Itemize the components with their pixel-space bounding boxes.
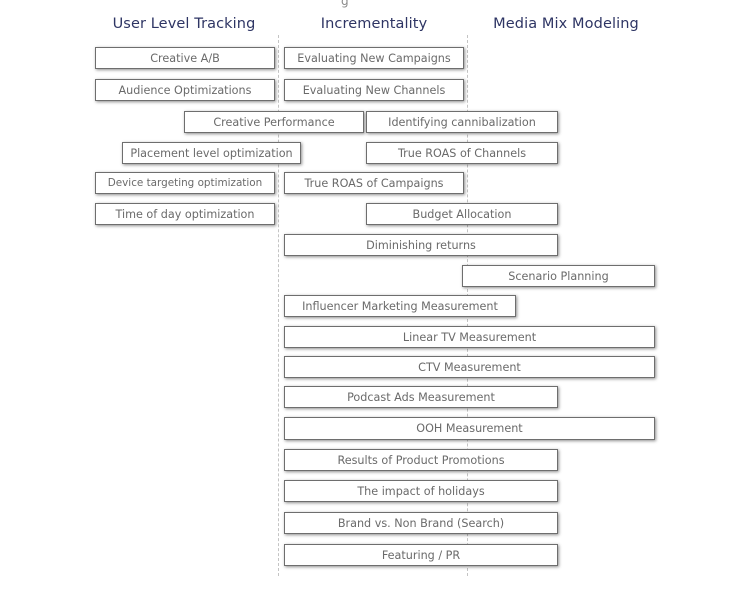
item-identifying-cannibalization: Identifying cannibalization (366, 111, 558, 133)
item-time-of-day-optimization: Time of day optimization (95, 203, 275, 225)
item-results-of-product-promotions: Results of Product Promotions (284, 449, 558, 471)
item-ctv-measurement: CTV Measurement (284, 356, 655, 378)
item-evaluating-new-campaigns: Evaluating New Campaigns (284, 47, 464, 69)
item-ooh-measurement: OOH Measurement (284, 417, 655, 440)
item-true-roas-of-campaigns: True ROAS of Campaigns (284, 172, 464, 194)
column-title-media-mix-modeling: Media Mix Modeling (493, 16, 639, 32)
item-evaluating-new-channels: Evaluating New Channels (284, 79, 464, 101)
item-impact-of-holidays: The impact of holidays (284, 480, 558, 502)
item-creative-performance: Creative Performance (184, 111, 364, 133)
item-creative-ab: Creative A/B (95, 47, 275, 69)
item-placement-level-optimization: Placement level optimization (122, 142, 301, 164)
item-audience-optimizations: Audience Optimizations (95, 79, 275, 101)
cropped-title-fragment: g (341, 0, 349, 8)
item-linear-tv-measurement: Linear TV Measurement (284, 326, 655, 348)
item-scenario-planning: Scenario Planning (462, 265, 655, 287)
item-influencer-marketing-measurement: Influencer Marketing Measurement (284, 295, 516, 317)
item-device-targeting-optimization: Device targeting optimization (95, 172, 275, 194)
item-true-roas-of-channels: True ROAS of Channels (366, 142, 558, 164)
column-title-user-level-tracking: User Level Tracking (112, 16, 256, 32)
item-diminishing-returns: Diminishing returns (284, 234, 558, 256)
item-podcast-ads-measurement: Podcast Ads Measurement (284, 386, 558, 408)
item-budget-allocation: Budget Allocation (366, 203, 558, 225)
item-brand-vs-non-brand: Brand vs. Non Brand (Search) (284, 512, 558, 534)
column-title-incrementality: Incrementality (320, 16, 428, 32)
item-featuring-pr: Featuring / PR (284, 544, 558, 566)
